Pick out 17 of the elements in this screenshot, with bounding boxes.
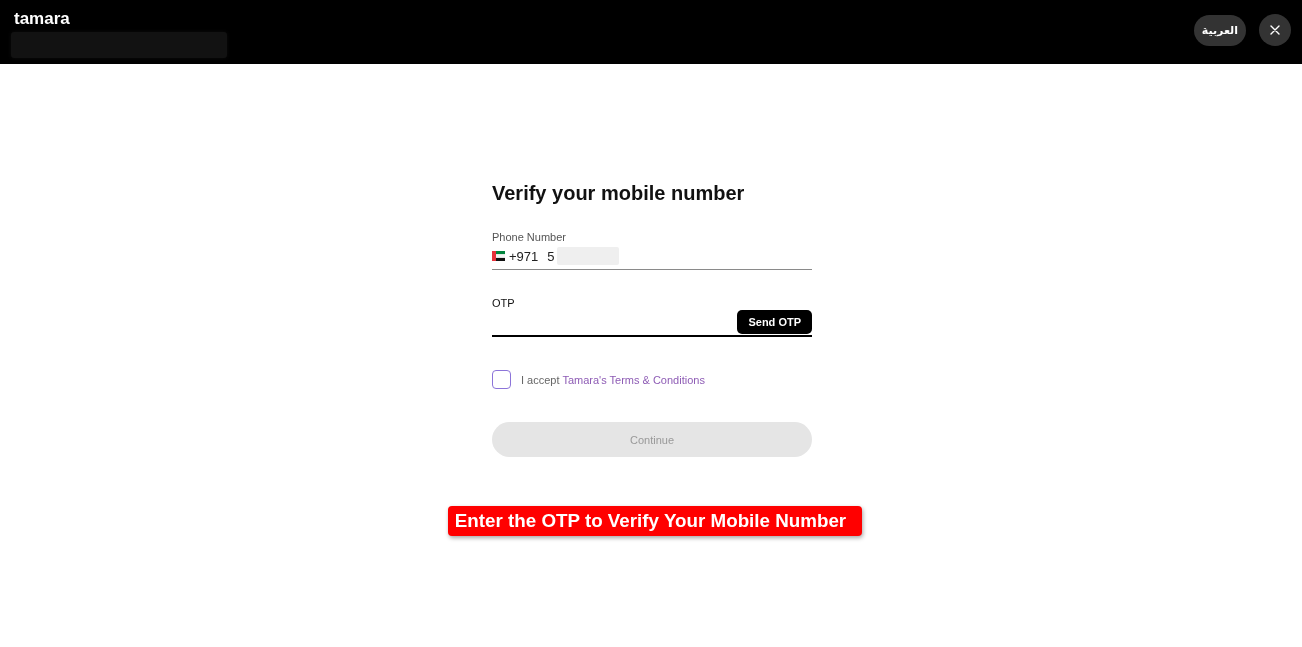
field-label: OTP [492, 296, 515, 310]
close-icon [1270, 25, 1280, 35]
phone-value: 5 [547, 248, 555, 264]
close-button[interactable] [1259, 14, 1291, 46]
logo-text: tamara [13, 10, 70, 28]
annotation-callout: Enter the OTP to Verify Your Mobile Number [447, 506, 863, 536]
otp-field[interactable]: Send OTP [492, 310, 812, 337]
phone-field[interactable]: +971 5 [492, 245, 812, 270]
form-title: Verify your mobile number [492, 181, 745, 205]
language-button[interactable]: العربية [1193, 14, 1246, 46]
field-label: Phone Number [492, 230, 566, 244]
terms-link[interactable]: Tamara's Terms & Conditions [562, 373, 705, 386]
send-otp-button[interactable]: Send OTP [737, 310, 812, 334]
terms-checkbox[interactable] [492, 370, 511, 389]
country-code: +971 [509, 248, 539, 264]
flag-icon [492, 251, 505, 261]
terms-text: I accept Tamara's Terms & Conditions [521, 372, 705, 387]
